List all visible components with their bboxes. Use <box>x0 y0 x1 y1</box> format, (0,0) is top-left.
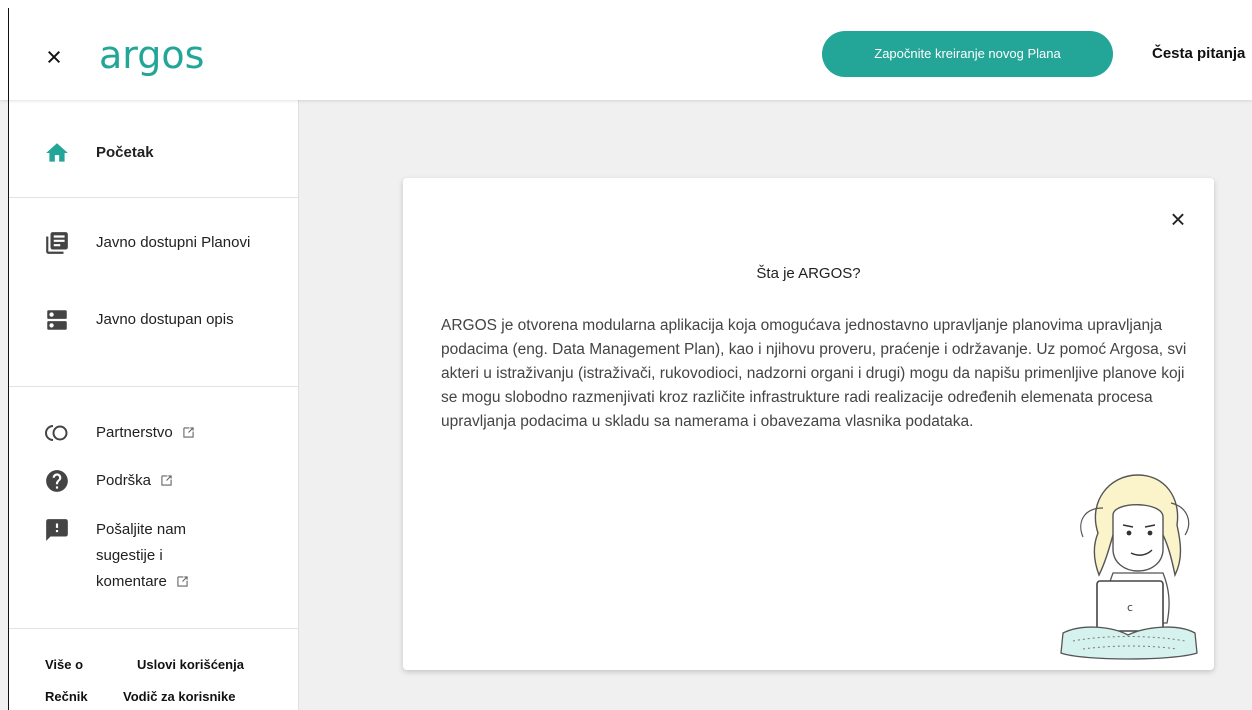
terms-link[interactable]: Uslovi korišćenja <box>137 657 244 672</box>
user-guide-link[interactable]: Vodič za korisnike <box>123 689 235 704</box>
about-dialog: × Šta je ARGOS? ARGOS je otvorena modula… <box>403 178 1214 670</box>
sidebar: Početak Javno dostupni Planovi Javno dos… <box>9 100 299 710</box>
person-with-laptop-illustration: c <box>1060 474 1198 660</box>
sidebar-item-home[interactable]: Početak <box>9 140 298 166</box>
external-link-icon <box>183 427 194 438</box>
home-icon <box>46 143 68 162</box>
sidebar-item-label: Partnerstvo <box>96 420 194 446</box>
support-label: Podrška <box>96 472 152 489</box>
svg-text:argos: argos <box>99 34 204 77</box>
sidebar-item-label: Pošaljite nam sugestije i komentare <box>96 517 226 595</box>
argos-logo[interactable]: argos <box>97 34 209 82</box>
create-plan-label: Započnite kreiranje novog Plana <box>874 46 1061 61</box>
glossary-link[interactable]: Rečnik <box>45 689 88 704</box>
frame-left-border <box>8 8 9 710</box>
sidebar-divider <box>9 628 298 629</box>
dialog-body-text: ARGOS je otvorena modularna aplikacija k… <box>441 317 1187 430</box>
library-books-icon <box>46 232 68 254</box>
partnership-label: Partnerstvo <box>96 424 173 441</box>
sidebar-item-public-plans[interactable]: Javno dostupni Planovi <box>9 230 298 282</box>
sidebar-item-label: Javno dostupan opis <box>96 311 234 328</box>
sidebar-item-public-description[interactable]: Javno dostupan opis <box>9 307 298 333</box>
faq-link[interactable]: Česta pitanja <box>1152 45 1245 62</box>
sidebar-item-label: Javno dostupni Planovi <box>96 234 251 251</box>
sidebar-item-feedback[interactable]: Pošaljite nam sugestije i komentare <box>9 517 298 597</box>
sidebar-item-home-label: Početak <box>96 144 154 161</box>
sidebar-divider <box>9 197 298 198</box>
feedback-icon <box>46 519 68 541</box>
sidebar-item-partnership[interactable]: Partnerstvo <box>9 420 298 446</box>
external-link-icon <box>177 576 188 587</box>
svg-text:c: c <box>1127 601 1133 614</box>
partnership-icon <box>45 425 68 441</box>
sidebar-divider <box>9 386 298 387</box>
dns-icon <box>47 310 67 330</box>
create-plan-button[interactable]: Započnite kreiranje novog Plana <box>822 31 1113 77</box>
sidebar-item-support[interactable]: Podrška <box>9 468 298 494</box>
sidebar-item-label: Podrška <box>96 468 172 494</box>
close-menu-icon[interactable]: × <box>42 44 66 71</box>
dialog-title: Šta je ARGOS? <box>756 265 861 282</box>
about-link[interactable]: Više o <box>45 657 83 672</box>
external-link-icon <box>161 475 172 486</box>
dialog-close-icon[interactable]: × <box>1167 206 1189 232</box>
feedback-label: Pošaljite nam sugestije i komentare <box>96 521 187 590</box>
top-bar: × argos Započnite kreiranje novog Plana … <box>0 0 1252 100</box>
help-icon <box>46 470 68 492</box>
